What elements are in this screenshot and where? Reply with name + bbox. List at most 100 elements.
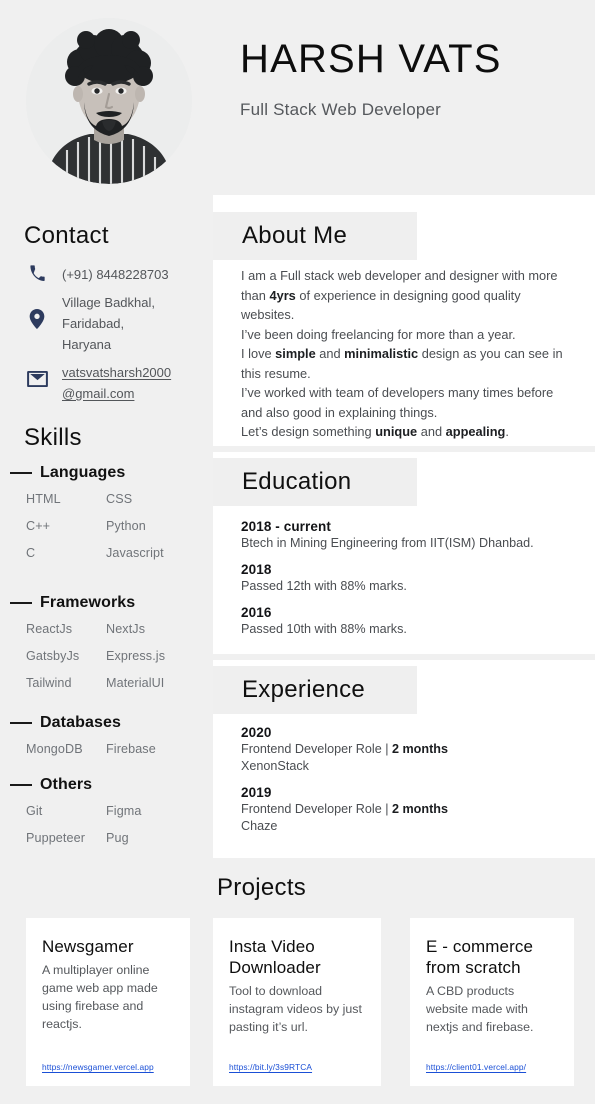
- address-line-3: Haryana: [62, 337, 112, 352]
- skill-group-databases: Databases MongoDB Firebase: [10, 714, 210, 756]
- contact-address: Village Badkhal, Faridabad, Haryana: [62, 292, 155, 355]
- skill-group-title: Frameworks: [40, 594, 136, 611]
- skill-item: HTML: [26, 492, 61, 506]
- contact-phone[interactable]: (+91) 8448228703: [62, 264, 169, 285]
- email-line-2: @gmail.com: [62, 386, 135, 401]
- education-entry: 2018 - current Btech in Mining Engineerin…: [241, 518, 581, 552]
- skill-item: NextJs: [106, 622, 146, 636]
- page-title: HARSH VATS: [240, 37, 502, 81]
- project-card[interactable]: Newsgamer A multiplayer online game web a…: [26, 918, 190, 1086]
- contact-row-email: vatsvatsharsh2000 @gmail.com: [24, 362, 171, 404]
- skill-item-grid: Git Figma Puppeteer Pug: [26, 804, 210, 845]
- skill-item: Puppeteer: [26, 831, 86, 845]
- entry-company: XenonStack: [241, 759, 309, 773]
- skill-item: Python: [106, 519, 146, 533]
- project-description: A CBD products website made with nextjs …: [426, 984, 534, 1034]
- skill-group-header: Others: [10, 776, 210, 794]
- about-line: I’ve worked with team of developers many…: [241, 385, 554, 420]
- skill-group-others: Others Git Figma Puppeteer Pug: [10, 776, 210, 845]
- email-line-1: vatsvatsharsh2000: [62, 365, 172, 380]
- skill-item: Tailwind: [26, 676, 72, 690]
- project-link[interactable]: https://client01.vercel.app/: [426, 1062, 526, 1072]
- contact-row-phone: (+91) 8448228703: [24, 264, 169, 285]
- skill-group-title: Databases: [40, 714, 121, 731]
- skill-group-title: Languages: [40, 464, 126, 481]
- project-card[interactable]: Insta Video Downloader Tool to download i…: [213, 918, 381, 1086]
- profile-photo: [26, 18, 192, 184]
- envelope-icon: [24, 362, 50, 387]
- project-link[interactable]: https://newsgamer.vercel.app: [42, 1062, 154, 1072]
- projects-heading-band: Projects: [200, 864, 595, 912]
- skill-group-frameworks: Frameworks ReactJs NextJs GatsbyJs Express.j…: [10, 594, 210, 690]
- education-entry: 2018 Passed 12th with 88% marks.: [241, 561, 581, 595]
- about-body: I am a Full stack web developer and desi…: [241, 266, 571, 442]
- dash-divider-icon: [10, 784, 32, 786]
- about-line: I am a Full stack web developer and desi…: [241, 268, 558, 322]
- skill-item-grid: MongoDB Firebase: [26, 742, 210, 756]
- dash-divider-icon: [10, 602, 32, 604]
- project-card[interactable]: E - commerce from scratch A CBD products …: [410, 918, 574, 1086]
- skill-item: ReactJs: [26, 622, 73, 636]
- profile-photo-graphic: [26, 18, 192, 184]
- project-title: E - commerce from scratch: [426, 937, 533, 977]
- skill-item: Figma: [106, 804, 142, 818]
- about-heading-band: About Me: [213, 212, 417, 260]
- experience-heading-band: Experience: [213, 666, 417, 714]
- skill-group-header: Databases: [10, 714, 210, 732]
- dash-divider-icon: [10, 472, 32, 474]
- phone-icon: [24, 264, 50, 281]
- resume-header: HARSH VATS Full Stack Web Developer: [0, 0, 595, 196]
- skill-item: C++: [26, 519, 51, 533]
- entry-description: Btech in Mining Engineering from IIT(ISM…: [241, 536, 534, 550]
- experience-entry: 2019 Frontend Developer Role | 2 months Ch…: [241, 784, 571, 835]
- skill-item: Firebase: [106, 742, 156, 756]
- skill-item: Git: [26, 804, 43, 818]
- location-pin-icon: [24, 292, 50, 329]
- entry-year: 2020: [241, 725, 272, 740]
- about-line: I’ve been doing freelancing for more tha…: [241, 326, 516, 342]
- about-line: I love simple and minimalistic design as…: [241, 346, 563, 381]
- skill-item: GatsbyJs: [26, 649, 80, 663]
- about-line: Let’s design something unique and appeal…: [241, 424, 509, 439]
- entry-year: 2019: [241, 785, 272, 800]
- about-heading: About Me: [242, 222, 348, 249]
- dash-divider-icon: [10, 722, 32, 724]
- skill-item: Express.js: [106, 649, 166, 663]
- skill-item: MaterialUI: [106, 676, 165, 690]
- project-description: A multiplayer online game web app made u…: [42, 963, 158, 1031]
- skill-group-languages: Languages HTML CSS C++ Python C Javascript: [10, 464, 210, 560]
- skill-item-grid: HTML CSS C++ Python C Javascript: [26, 492, 210, 560]
- entry-year: 2018 - current: [241, 519, 331, 534]
- contact-heading: Contact: [24, 222, 109, 249]
- education-heading: Education: [242, 468, 352, 495]
- contact-email[interactable]: vatsvatsharsh2000 @gmail.com: [62, 362, 171, 404]
- project-title: Newsgamer: [42, 937, 134, 956]
- entry-description: Frontend Developer Role | 2 months: [241, 742, 448, 756]
- project-description: Tool to download instagram videos by jus…: [229, 984, 362, 1034]
- skill-item: Pug: [106, 831, 129, 845]
- entry-year: 2018: [241, 562, 272, 577]
- job-title: Full Stack Web Developer: [240, 100, 442, 119]
- education-entry: 2016 Passed 10th with 88% marks.: [241, 604, 581, 638]
- address-line-2: Faridabad,: [62, 316, 125, 331]
- skill-item: C: [26, 546, 36, 560]
- education-heading-band: Education: [213, 458, 417, 506]
- skills-heading: Skills: [24, 424, 82, 451]
- skill-item: Javascript: [106, 546, 164, 560]
- entry-description: Passed 12th with 88% marks.: [241, 579, 407, 593]
- address-line-1: Village Badkhal,: [62, 295, 155, 310]
- project-link[interactable]: https://bit.ly/3s9RTCA: [229, 1062, 312, 1072]
- experience-list: 2020 Frontend Developer Role | 2 months Xe…: [241, 724, 571, 835]
- resume-page: HARSH VATS Full Stack Web Developer Abou…: [0, 0, 595, 1104]
- skill-item: MongoDB: [26, 742, 83, 756]
- project-title: Insta Video Downloader: [229, 937, 321, 977]
- sidebar: Contact (+91) 8448228703 Village Badkhal…: [0, 196, 213, 866]
- entry-company: Chaze: [241, 819, 278, 833]
- contact-row-address: Village Badkhal, Faridabad, Haryana: [24, 292, 155, 355]
- name-block: HARSH VATS Full Stack Web Developer: [240, 38, 502, 120]
- projects-heading: Projects: [217, 874, 307, 901]
- skill-item: CSS: [106, 492, 133, 506]
- experience-entry: 2020 Frontend Developer Role | 2 months Xe…: [241, 724, 571, 775]
- entry-description: Passed 10th with 88% marks.: [241, 622, 407, 636]
- skill-group-title: Others: [40, 776, 93, 793]
